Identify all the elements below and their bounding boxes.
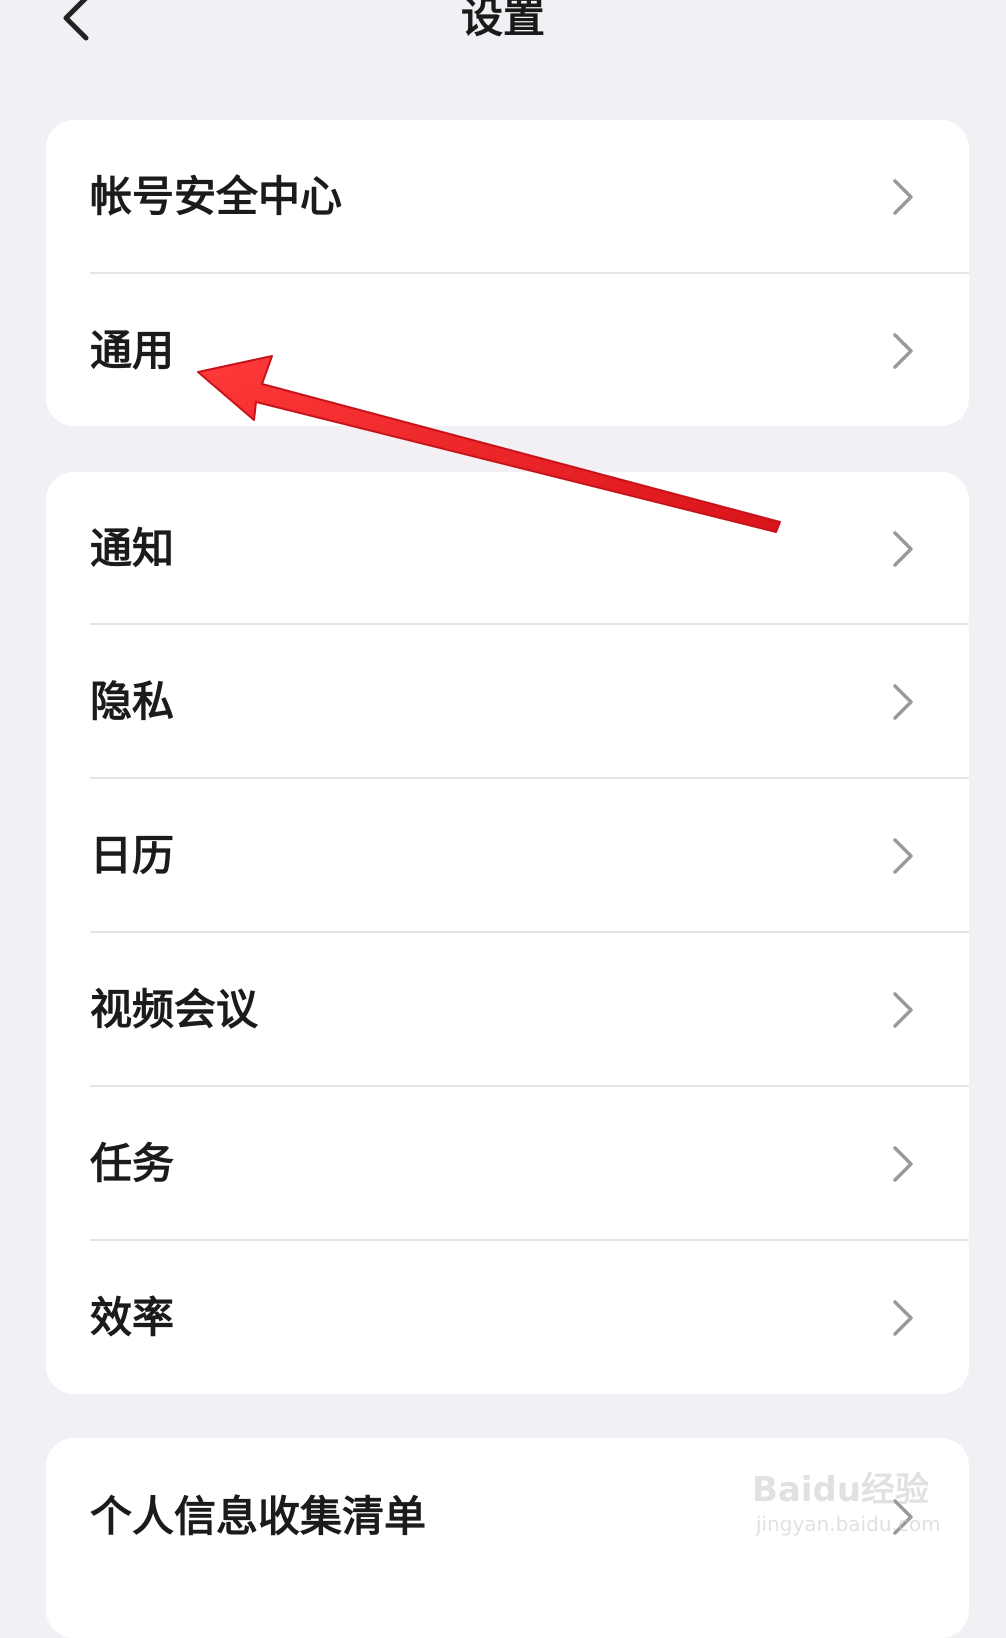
settings-group-main: 通知 隐私 日历 视频会议 任务 效率 — [46, 472, 969, 1394]
settings-item-label: 通知 — [90, 524, 175, 573]
chevron-right-icon — [889, 529, 917, 569]
settings-group-account: 帐号安全中心 通用 — [46, 120, 969, 426]
settings-item-label: 隐私 — [90, 677, 175, 726]
settings-item-efficiency[interactable]: 效率 — [46, 1241, 969, 1394]
watermark-url: jingyan.baidu.com — [756, 1512, 941, 1536]
chevron-right-icon — [889, 177, 917, 217]
settings-item-notifications[interactable]: 通知 — [46, 472, 969, 626]
chevron-right-icon — [889, 682, 917, 722]
watermark-logo: Baidu经验 — [752, 1470, 930, 1510]
chevron-right-icon — [889, 1144, 917, 1184]
settings-item-general[interactable]: 通用 — [46, 274, 969, 426]
settings-item-calendar[interactable]: 日历 — [46, 779, 969, 933]
chevron-right-icon — [889, 331, 917, 371]
settings-item-privacy[interactable]: 隐私 — [46, 625, 969, 779]
settings-item-label: 通用 — [90, 326, 175, 375]
settings-item-label: 效率 — [90, 1293, 175, 1342]
watermark: Baidu经验 jingyan.baidu.com — [752, 1462, 942, 1552]
settings-item-video-meeting[interactable]: 视频会议 — [46, 933, 969, 1087]
chevron-right-icon — [889, 990, 917, 1030]
top-bar: 设置 — [0, 0, 1006, 70]
chevron-right-icon — [889, 836, 917, 876]
chevron-right-icon — [889, 1298, 917, 1338]
settings-item-tasks[interactable]: 任务 — [46, 1087, 969, 1241]
settings-item-account-security[interactable]: 帐号安全中心 — [46, 120, 969, 274]
settings-item-label: 任务 — [90, 1139, 175, 1188]
settings-item-label: 帐号安全中心 — [90, 172, 343, 221]
settings-item-label: 个人信息收集清单 — [90, 1492, 427, 1541]
settings-item-label: 日历 — [90, 831, 175, 880]
settings-item-label: 视频会议 — [90, 985, 259, 1034]
page-title: 设置 — [460, 0, 545, 42]
